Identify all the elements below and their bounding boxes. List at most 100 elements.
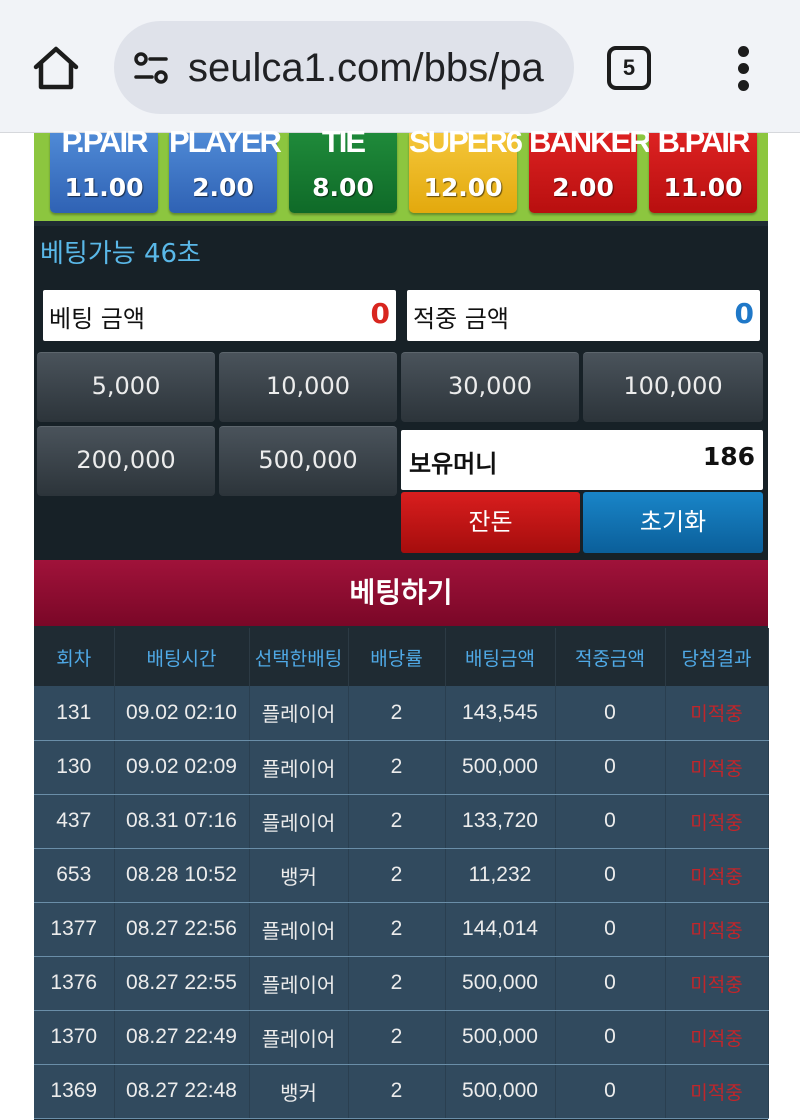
win-cell: 0 — [555, 794, 666, 849]
column-header: 당첨결과 — [665, 628, 769, 686]
table-row: 1369 08.27 22:48 뱅커 2 500,000 0 미적중 — [34, 1064, 769, 1119]
win-cell: 0 — [555, 902, 666, 957]
table-header-row: 회차 배팅시간 선택한배팅 배당률 배팅금액 적중금액 당첨결과 — [34, 628, 769, 686]
round-cell: 130 — [34, 740, 115, 795]
chip-button[interactable]: 200,000 — [37, 426, 215, 496]
bet-option-strip: P.PAIR 11.00 PLAYER 2.00 TIE 8.00 SUPER6… — [34, 124, 768, 221]
reset-button[interactable]: 초기화 — [583, 492, 763, 553]
pick-cell: 플레이어 — [249, 956, 349, 1011]
home-icon[interactable] — [28, 40, 84, 96]
bet-option-banker-pair[interactable]: B.PAIR 11.00 — [649, 124, 757, 213]
table-row: 130 09.02 02:09 플레이어 2 500,000 0 미적중 — [34, 740, 769, 795]
win-amount-box: 적중 금액 0 — [407, 290, 760, 341]
result-cell: 미적중 — [665, 740, 769, 795]
bet-option-name: SUPER6 — [409, 124, 523, 159]
bet-history-table: 회차 배팅시간 선택한배팅 배당률 배팅금액 적중금액 당첨결과 131 09.… — [34, 628, 769, 1119]
bet-cell: 500,000 — [445, 740, 556, 795]
site-settings-icon[interactable] — [132, 49, 170, 87]
bet-option-name: B.PAIR — [657, 124, 751, 159]
time-cell: 09.02 02:09 — [114, 740, 250, 795]
holdings-box: 보유머니 186 — [401, 430, 763, 490]
bet-option-odds: 12.00 — [423, 173, 503, 202]
time-cell: 08.27 22:48 — [114, 1064, 250, 1119]
address-bar[interactable]: seulca1.com/bbs/pa — [114, 21, 574, 114]
odds-cell: 2 — [348, 740, 446, 795]
result-cell: 미적중 — [665, 794, 769, 849]
pick-cell: 플레이어 — [249, 740, 349, 795]
bet-option-odds: 11.00 — [64, 173, 144, 202]
time-cell: 09.02 02:10 — [114, 686, 250, 741]
bet-option-odds: 8.00 — [312, 173, 374, 202]
pick-cell: 뱅커 — [249, 1064, 349, 1119]
table-row: 1370 08.27 22:49 플레이어 2 500,000 0 미적중 — [34, 1010, 769, 1065]
result-cell: 미적중 — [665, 1064, 769, 1119]
place-bet-button[interactable]: 베팅하기 — [34, 560, 768, 626]
pick-cell: 플레이어 — [249, 1010, 349, 1065]
bet-cell: 144,014 — [445, 902, 556, 957]
pick-cell: 플레이어 — [249, 902, 349, 957]
tab-switcher-button[interactable]: 5 — [607, 46, 651, 90]
betting-timer: 베팅가능 46초 — [40, 239, 201, 269]
bet-option-player-pair[interactable]: P.PAIR 11.00 — [50, 124, 158, 213]
bet-option-banker[interactable]: BANKER 2.00 — [529, 124, 652, 213]
time-cell: 08.31 07:16 — [114, 794, 250, 849]
odds-cell: 2 — [348, 848, 446, 903]
bet-option-odds: 2.00 — [552, 173, 614, 202]
chip-button[interactable]: 5,000 — [37, 352, 215, 422]
table-row: 437 08.31 07:16 플레이어 2 133,720 0 미적중 — [34, 794, 769, 849]
bet-option-player[interactable]: PLAYER 2.00 — [169, 124, 282, 213]
chip-button[interactable]: 500,000 — [219, 426, 397, 496]
time-cell: 08.27 22:49 — [114, 1010, 250, 1065]
round-cell: 1369 — [34, 1064, 115, 1119]
bet-cell: 133,720 — [445, 794, 556, 849]
bet-cell: 143,545 — [445, 686, 556, 741]
bet-cell: 500,000 — [445, 1064, 556, 1119]
bet-option-name: PLAYER — [169, 124, 282, 159]
win-cell: 0 — [555, 686, 666, 741]
bet-cell: 500,000 — [445, 1010, 556, 1065]
chip-button[interactable]: 30,000 — [401, 352, 579, 422]
round-cell: 437 — [34, 794, 115, 849]
win-amount-label: 적중 금액 — [413, 305, 509, 333]
table-row: 1377 08.27 22:56 플레이어 2 144,014 0 미적중 — [34, 902, 769, 957]
result-cell: 미적중 — [665, 848, 769, 903]
win-cell: 0 — [555, 740, 666, 795]
table-row: 653 08.28 10:52 뱅커 2 11,232 0 미적중 — [34, 848, 769, 903]
win-cell: 0 — [555, 1010, 666, 1065]
change-button[interactable]: 잔돈 — [401, 492, 580, 553]
column-header: 적중금액 — [555, 628, 666, 686]
result-cell: 미적중 — [665, 902, 769, 957]
holdings-value: 186 — [702, 442, 755, 471]
bet-cell: 11,232 — [445, 848, 556, 903]
column-header: 배당률 — [348, 628, 446, 686]
bet-option-name: BANKER — [529, 124, 652, 159]
bet-option-name: TIE — [321, 124, 366, 159]
odds-cell: 2 — [348, 1010, 446, 1065]
url-text[interactable]: seulca1.com/bbs/pa — [188, 39, 544, 97]
round-cell: 1370 — [34, 1010, 115, 1065]
bet-amount-value: 0 — [370, 297, 390, 330]
odds-cell: 2 — [348, 686, 446, 741]
more-menu-icon[interactable] — [730, 44, 758, 92]
chip-button[interactable]: 10,000 — [219, 352, 397, 422]
win-cell: 0 — [555, 956, 666, 1011]
browser-toolbar: seulca1.com/bbs/pa 5 — [0, 0, 800, 133]
column-header: 배팅시간 — [114, 628, 250, 686]
bet-cell: 500,000 — [445, 956, 556, 1011]
bet-option-odds: 11.00 — [663, 173, 743, 202]
round-cell: 1377 — [34, 902, 115, 957]
bet-option-tie[interactable]: TIE 8.00 — [289, 124, 397, 213]
odds-cell: 2 — [348, 794, 446, 849]
odds-cell: 2 — [348, 956, 446, 1011]
result-cell: 미적중 — [665, 956, 769, 1011]
chip-button[interactable]: 100,000 — [583, 352, 763, 422]
bet-option-super6[interactable]: SUPER6 12.00 — [409, 124, 523, 213]
round-cell: 131 — [34, 686, 115, 741]
round-cell: 653 — [34, 848, 115, 903]
page-content: P.PAIR 11.00 PLAYER 2.00 TIE 8.00 SUPER6… — [34, 124, 769, 1120]
bet-option-name: P.PAIR — [61, 124, 148, 159]
bet-option-odds: 2.00 — [192, 173, 254, 202]
odds-cell: 2 — [348, 902, 446, 957]
column-header: 배팅금액 — [445, 628, 556, 686]
bet-amount-label: 베팅 금액 — [49, 305, 145, 333]
